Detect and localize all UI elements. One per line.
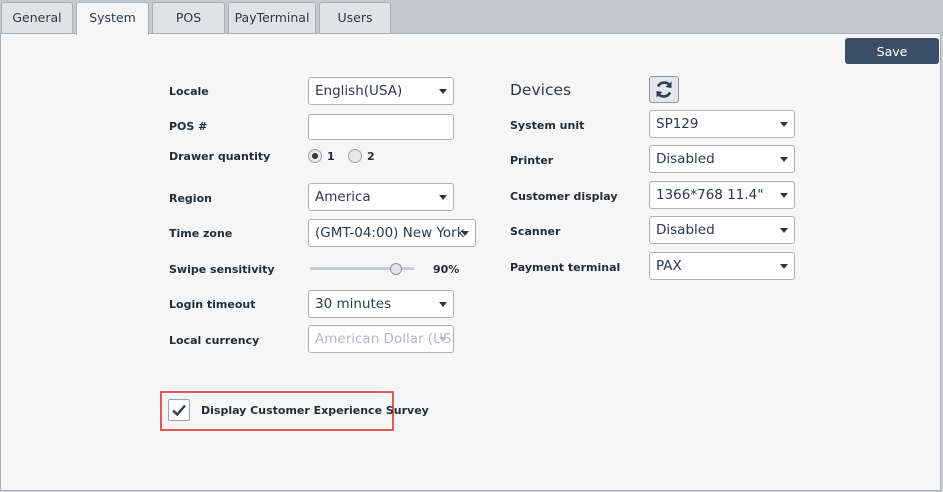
devices-title: Devices [510, 81, 572, 99]
printer-select[interactable]: Disabled [649, 145, 795, 173]
pos-number-input[interactable] [308, 114, 454, 140]
payment-terminal-value: PAX [656, 258, 682, 274]
locale-select[interactable]: English(USA) [308, 77, 454, 105]
tab-pos[interactable]: POS [152, 2, 225, 33]
system-settings-panel [0, 33, 941, 491]
system-unit-label: System unit [510, 119, 585, 132]
login-timeout-value: 30 minutes [315, 296, 392, 312]
region-value: America [315, 189, 371, 205]
time-zone-label: Time zone [169, 227, 233, 240]
tab-payterminal[interactable]: PayTerminal [228, 2, 316, 33]
time-zone-value: (GMT-04:00) New York [315, 225, 465, 241]
drawer-quantity-label: Drawer quantity [169, 150, 271, 163]
region-label: Region [169, 192, 212, 205]
customer-display-value: 1366*768 11.4" [656, 187, 764, 203]
printer-value: Disabled [656, 151, 715, 167]
chevron-down-icon [780, 264, 788, 269]
swipe-sensitivity-label: Swipe sensitivity [169, 263, 275, 276]
swipe-sensitivity-slider-thumb[interactable] [389, 263, 402, 275]
tab-general[interactable]: General [1, 2, 73, 33]
payment-terminal-select[interactable]: PAX [649, 252, 795, 280]
survey-checkbox[interactable] [168, 399, 190, 421]
locale-label: Locale [169, 85, 209, 98]
chevron-down-icon [780, 122, 788, 127]
tab-users[interactable]: Users [319, 2, 391, 33]
chevron-down-icon [780, 193, 788, 198]
drawer-quantity-radio-2[interactable] [348, 149, 362, 163]
tab-system[interactable]: System [76, 2, 149, 35]
local-currency-value: American Dollar (USD) [315, 331, 454, 347]
save-button[interactable]: Save [845, 38, 939, 64]
scanner-label: Scanner [510, 225, 561, 238]
swipe-sensitivity-value: 90% [433, 263, 460, 276]
chevron-down-icon [461, 231, 469, 236]
printer-label: Printer [510, 154, 554, 167]
checkmark-icon [172, 404, 186, 417]
drawer-quantity-radio-1[interactable] [308, 149, 322, 163]
drawer-quantity-option-1: 1 [327, 150, 335, 163]
login-timeout-label: Login timeout [169, 298, 256, 311]
chevron-down-icon [780, 157, 788, 162]
refresh-icon [656, 81, 672, 98]
chevron-down-icon [439, 89, 447, 94]
system-unit-select[interactable]: SP129 [649, 110, 795, 138]
local-currency-select: American Dollar (USD) [308, 325, 454, 353]
chevron-down-icon [439, 195, 447, 200]
chevron-down-icon [439, 337, 447, 342]
chevron-down-icon [439, 302, 447, 307]
customer-display-label: Customer display [510, 190, 618, 203]
refresh-devices-button[interactable] [649, 76, 679, 103]
region-select[interactable]: America [308, 183, 454, 211]
system-unit-value: SP129 [656, 116, 699, 132]
scanner-select[interactable]: Disabled [649, 216, 795, 244]
chevron-down-icon [780, 228, 788, 233]
survey-label: Display Customer Experience Survey [201, 404, 429, 417]
login-timeout-select[interactable]: 30 minutes [308, 290, 454, 318]
scanner-value: Disabled [656, 222, 715, 238]
pos-number-label: POS # [169, 120, 208, 133]
payment-terminal-label: Payment terminal [510, 261, 621, 274]
local-currency-label: Local currency [169, 334, 260, 347]
drawer-quantity-option-2: 2 [367, 150, 375, 163]
customer-display-select[interactable]: 1366*768 11.4" [649, 181, 795, 209]
locale-value: English(USA) [315, 83, 403, 99]
tab-bar: General System POS PayTerminal Users [0, 0, 943, 35]
time-zone-select[interactable]: (GMT-04:00) New York [308, 219, 476, 247]
